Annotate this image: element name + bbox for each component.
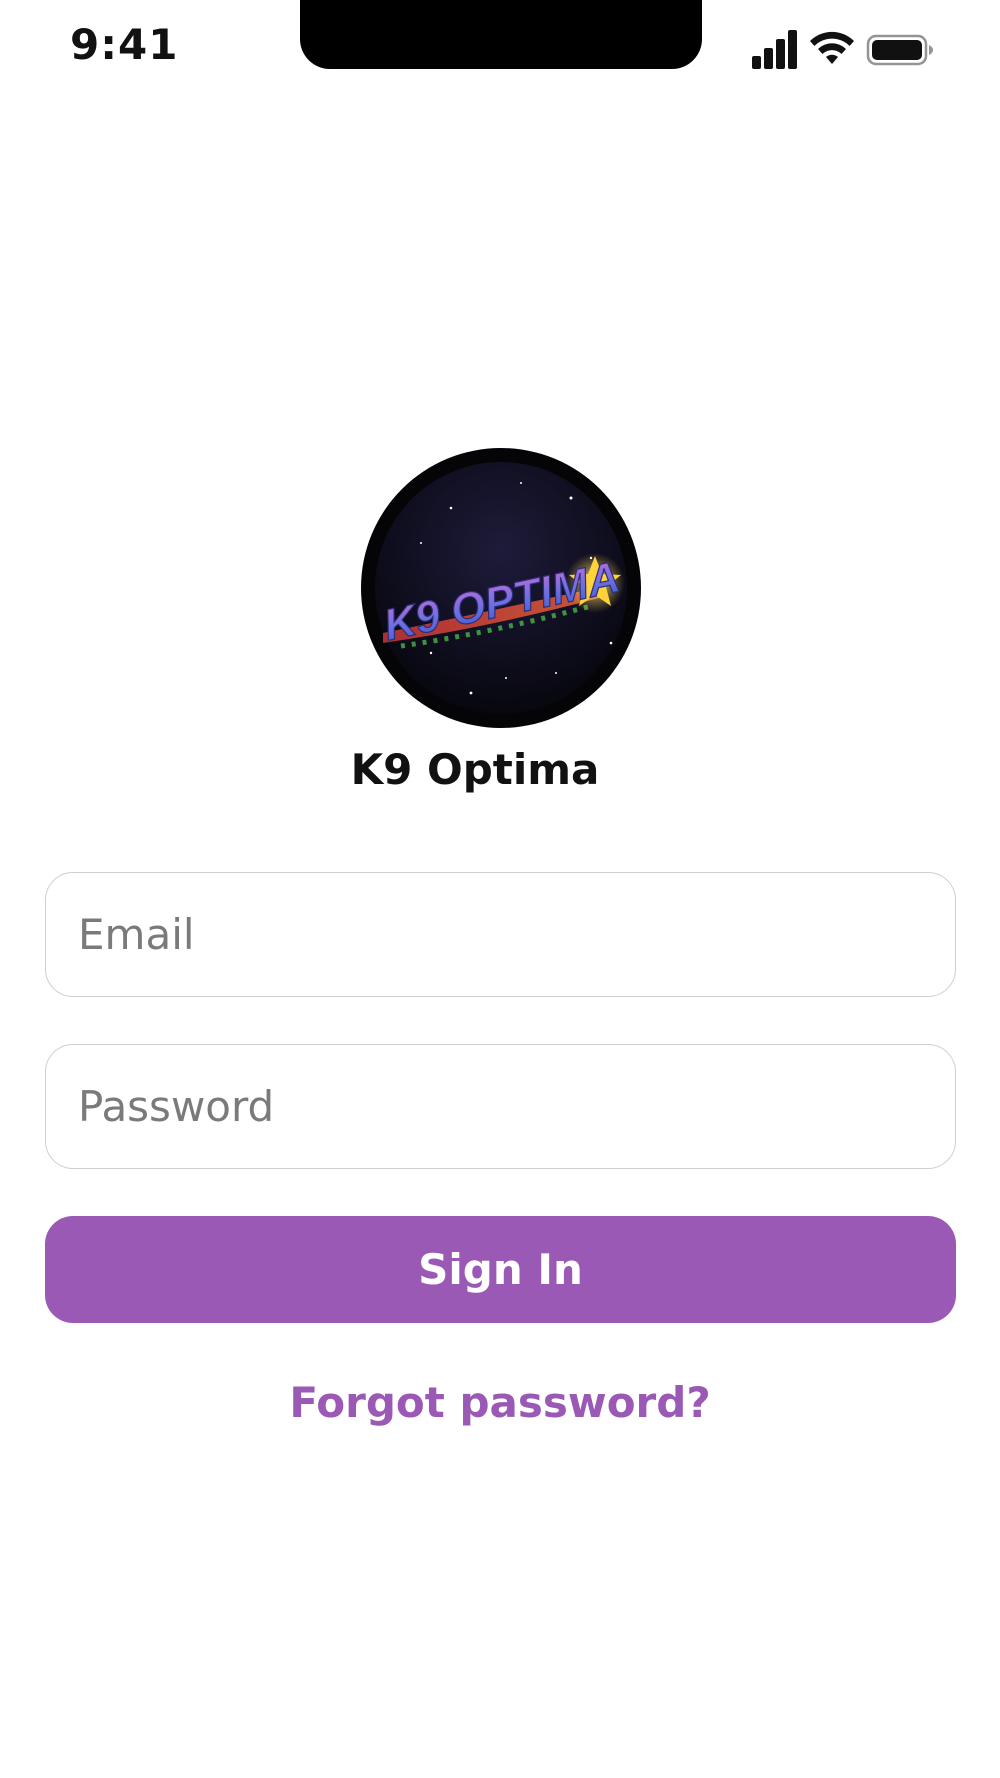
k9-optima-logo-image: K9 OPTIMA [361,448,641,728]
password-input[interactable] [46,1045,955,1168]
status-icons [750,28,935,72]
app-name: K9 Optima [350,745,600,794]
cellular-signal-icon [752,30,797,69]
battery-icon [866,34,933,66]
sign-in-button[interactable]: Sign In [45,1216,956,1323]
status-time: 9:41 [70,20,179,69]
camera-notch [300,0,702,69]
wifi-icon [810,31,854,64]
email-input[interactable] [46,873,955,996]
app-logo: K9 OPTIMA [361,448,641,728]
status-bar: 9:41 [0,0,1000,100]
forgot-password-link[interactable]: Forgot password? [200,1378,800,1427]
email-field[interactable] [45,872,956,997]
password-field[interactable] [45,1044,956,1169]
